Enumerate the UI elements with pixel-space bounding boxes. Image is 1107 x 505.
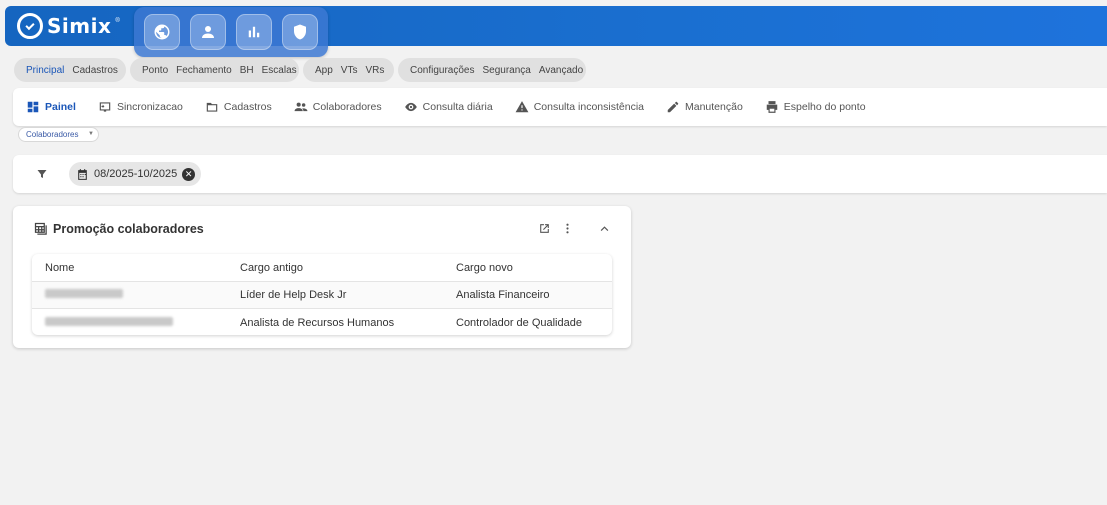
tab-manutencao[interactable]: Manutenção [666, 100, 743, 114]
printer-icon [766, 101, 778, 113]
dashboard-icon [27, 101, 39, 113]
folder-icon [206, 102, 218, 112]
column-header[interactable]: Nome [32, 262, 227, 274]
tab-label: Sincronizacao [116, 101, 183, 113]
pencil-icon [667, 101, 679, 113]
promocao-table: Nome Cargo antigo Cargo novo Líder de He… [32, 254, 612, 335]
user-icon [202, 26, 214, 38]
menu-groups: Principal Cadastros Ponto Fechamento BH … [14, 58, 586, 82]
logo-check-icon [17, 13, 43, 39]
tab-label: Colaboradores [312, 101, 382, 113]
colaboradores-select[interactable]: Colaboradores ▼ [18, 127, 99, 142]
cell-cargo-novo: Controlador de Qualidade [456, 316, 582, 329]
tab-label: Espelho do ponto [783, 101, 866, 113]
group-item-vts[interactable]: VTs [341, 65, 358, 76]
more-vert-icon[interactable] [561, 222, 574, 235]
section-nav: Painel Sincronizacao Cadastros Colaborad… [13, 88, 1107, 126]
table-row[interactable]: Analista de Recursos Humanos Controlador… [32, 309, 612, 335]
eye-icon [404, 102, 417, 112]
card-header: Promoção colaboradores [33, 221, 204, 236]
group-ponto: Ponto Fechamento BH Escalas [130, 58, 299, 82]
security-button[interactable] [282, 14, 318, 50]
filter-icon[interactable] [36, 168, 48, 180]
calendar-icon [78, 168, 87, 180]
group-configuracoes: Configurações Segurança Avançado [398, 58, 586, 82]
reports-button[interactable] [236, 14, 272, 50]
column-header[interactable]: Cargo antigo [227, 262, 443, 274]
shield-icon [294, 24, 306, 40]
bar-chart-icon [248, 26, 260, 38]
select-value: Colaboradores [26, 130, 79, 139]
tab-label: Cadastros [223, 101, 272, 113]
group-app: App VTs VRs [303, 58, 394, 82]
group-item-fechamento[interactable]: Fechamento [176, 65, 232, 76]
tab-label: Consulta diária [422, 101, 493, 113]
sync-icon [99, 102, 111, 112]
group-item-app[interactable]: App [315, 65, 333, 76]
tab-espelho-do-ponto[interactable]: Espelho do ponto [765, 100, 866, 114]
tab-consulta-diaria[interactable]: Consulta diária [404, 100, 493, 114]
globe-icon [154, 24, 170, 40]
group-item-escalas[interactable]: Escalas [262, 65, 297, 76]
redacted-name [45, 316, 173, 326]
app-name: Simix [47, 14, 112, 38]
column-header[interactable]: Cargo novo [443, 262, 612, 274]
cell-cargo-antigo: Líder de Help Desk Jr [240, 289, 347, 301]
redacted-name [45, 289, 123, 298]
warning-icon [515, 101, 529, 113]
card-actions [538, 222, 611, 235]
group-item-cadastros[interactable]: Cadastros [72, 65, 118, 76]
date-range-label: 08/2025-10/2025 [94, 168, 178, 180]
group-item-avancado[interactable]: Avançado [539, 65, 583, 76]
group-item-ponto[interactable]: Ponto [142, 65, 168, 76]
app-logo[interactable]: Simix ® [17, 13, 120, 39]
group-item-seguranca[interactable]: Segurança [482, 65, 530, 76]
chevron-up-icon[interactable] [598, 222, 611, 235]
cell-cargo-novo: Analista Financeiro [456, 289, 550, 301]
date-range-chip[interactable]: 08/2025-10/2025 ✕ [69, 162, 202, 186]
promocao-card: Promoção colaboradores Nome Cargo antigo… [13, 206, 631, 348]
globe-button[interactable] [144, 14, 180, 50]
tab-label: Painel [45, 101, 76, 113]
group-principal: Principal Cadastros [14, 58, 126, 82]
top-bar: Simix ® [5, 6, 1107, 57]
tab-painel[interactable]: Painel [26, 100, 76, 114]
group-item-principal[interactable]: Principal [26, 65, 64, 76]
cell-cargo-antigo: Analista de Recursos Humanos [240, 316, 395, 329]
quick-access-bar [134, 7, 328, 57]
table-header: Nome Cargo antigo Cargo novo [32, 254, 612, 282]
clear-chip-icon[interactable]: ✕ [182, 167, 196, 181]
tab-colaboradores[interactable]: Colaboradores [294, 100, 382, 114]
cell-nome [32, 289, 227, 301]
table-icon [34, 222, 47, 235]
group-item-configuracoes[interactable]: Configurações [410, 65, 474, 76]
tab-cadastros[interactable]: Cadastros [205, 100, 272, 114]
registered-mark: ® [115, 18, 120, 24]
tab-label: Manutenção [685, 101, 743, 113]
tab-consulta-inconsistencia[interactable]: Consulta inconsistência [515, 100, 644, 114]
people-icon [294, 102, 308, 112]
tab-sincronizacao[interactable]: Sincronizacao [98, 100, 183, 114]
table-row[interactable]: Líder de Help Desk Jr Analista Financeir… [32, 282, 612, 309]
cell-nome [32, 316, 227, 329]
tab-label: Consulta inconsistência [533, 101, 644, 113]
group-item-bh[interactable]: BH [240, 65, 254, 76]
user-button[interactable] [190, 14, 226, 50]
group-item-vrs[interactable]: VRs [365, 65, 384, 76]
chevron-down-icon: ▼ [88, 131, 94, 137]
card-title: Promoção colaboradores [53, 221, 204, 236]
filter-bar: 08/2025-10/2025 ✕ [13, 155, 1107, 193]
open-external-icon[interactable] [538, 222, 551, 235]
